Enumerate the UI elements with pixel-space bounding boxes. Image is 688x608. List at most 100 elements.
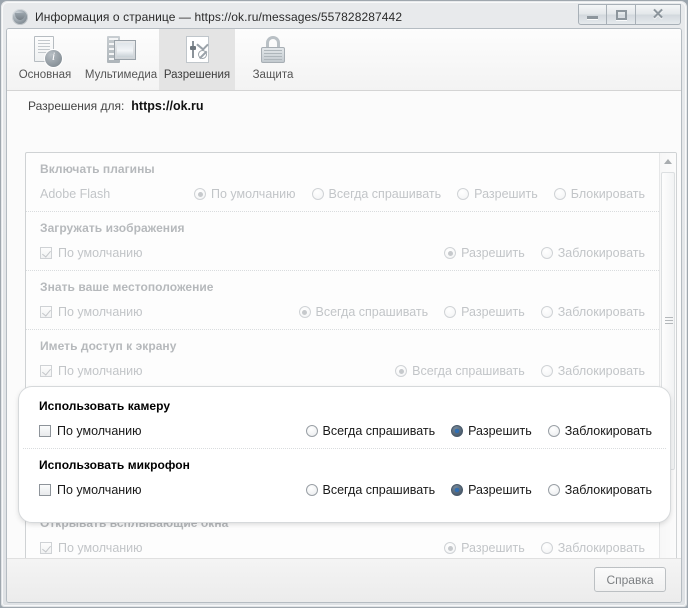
vertical-scrollbar[interactable]: [659, 153, 676, 585]
radio-option-заблокировать[interactable]: Заблокировать: [540, 541, 645, 555]
default-checkbox-знать-ваше-местоположение[interactable]: По умолчанию: [40, 305, 143, 319]
radio-option-заблокировать[interactable]: Заблокировать: [540, 305, 645, 319]
radio-option-всегда-спрашивать[interactable]: Всегда спрашивать: [305, 483, 436, 497]
radio-option-label: Заблокировать: [557, 305, 645, 319]
default-checkbox-использовать-камеру[interactable]: По умолчанию: [39, 424, 142, 438]
radio-icon: [451, 425, 464, 437]
radio-option-разрешить[interactable]: Разрешить: [451, 424, 532, 438]
page-info-window: Информация о странице — https://ok.ru/me…: [0, 0, 688, 608]
radio-option-заблокировать[interactable]: Заблокировать: [540, 246, 645, 260]
radio-group: Разрешить Заблокировать: [444, 541, 645, 555]
radio-icon: [305, 425, 318, 437]
radio-option-label: Заблокировать: [564, 483, 652, 497]
default-checkbox-иметь-доступ-к-экрану[interactable]: По умолчанию: [40, 364, 143, 378]
permission-title: Иметь доступ к экрану: [40, 339, 177, 353]
tab-osnovnaya[interactable]: Основная: [7, 29, 83, 90]
radio-icon: [298, 306, 311, 318]
tab-multimedia[interactable]: Мультимедиа: [83, 29, 159, 90]
radio-option-label: Заблокировать: [557, 246, 645, 260]
radio-option-разрешить[interactable]: Разрешить: [444, 246, 525, 260]
radio-option-po-umolchaniyu[interactable]: По умолчанию: [194, 187, 296, 201]
close-button[interactable]: ✕: [636, 4, 681, 25]
radio-option-заблокировать[interactable]: Заблокировать: [547, 483, 652, 497]
tab-label: Защита: [252, 69, 294, 81]
scroll-up-button[interactable]: [660, 153, 676, 170]
radio-option-label: Разрешить: [468, 424, 532, 438]
radio-icon: [311, 188, 324, 200]
radio-option-label: По умолчанию: [211, 187, 296, 201]
plugin-label: Adobe Flash: [40, 187, 111, 201]
checkbox-icon: [40, 247, 52, 259]
checkbox-icon: [40, 542, 52, 554]
radio-icon: [547, 484, 560, 496]
document-info-icon: [28, 34, 62, 68]
radio-group: Всегда спрашивать Разрешить Заблокировать: [305, 483, 652, 497]
radio-icon: [305, 484, 318, 496]
default-label: По умолчанию: [57, 483, 142, 497]
radio-option-label: Всегда спрашивать: [315, 305, 429, 319]
radio-group: Разрешить Заблокировать: [444, 246, 645, 260]
radio-option-label: Всегда спрашивать: [328, 187, 442, 201]
radio-option-всегда-спрашивать[interactable]: Всегда спрашивать: [395, 364, 525, 378]
tab-razresheniya[interactable]: Разрешения: [159, 29, 235, 90]
titlebar: Информация о странице — https://ok.ru/me…: [6, 4, 682, 28]
radio-option-разрешить[interactable]: Разрешить: [444, 305, 525, 319]
radio-option-всегда-спрашивать[interactable]: Всегда спрашивать: [298, 305, 429, 319]
radio-option-label: Разрешить: [468, 483, 532, 497]
default-checkbox-открывать-всплывающие-окна[interactable]: По умолчанию: [40, 541, 143, 555]
radio-option-label: Блокировать: [570, 187, 645, 201]
radio-group: Всегда спрашивать Разрешить Заблокировать: [305, 424, 652, 438]
minimize-button[interactable]: [578, 4, 607, 25]
firefox-globe-icon: [12, 8, 28, 25]
radio-option-разрешить[interactable]: Разрешить: [451, 483, 532, 497]
radio-icon: [540, 542, 553, 554]
maximize-button[interactable]: [607, 4, 636, 25]
highlighted-rows[interactable]: Использовать камеру По умолчанию Всегда сп…: [23, 390, 666, 519]
plugin-name-adobe-flash: Adobe Flash: [40, 187, 110, 201]
radio-option-разрешить[interactable]: Разрешить: [457, 187, 538, 201]
radio-icon: [457, 188, 470, 200]
permission-controls: По умолчанию Разрешить Заблокировать: [40, 244, 645, 262]
radio-option-label: Разрешить: [461, 246, 525, 260]
radio-option-блокировать[interactable]: Блокировать: [553, 187, 645, 201]
permission-title: Загружать изображения: [40, 221, 185, 235]
tab-zashchita[interactable]: Защита: [235, 29, 311, 90]
radio-option-заблокировать[interactable]: Заблокировать: [540, 364, 645, 378]
caption-buttons: ✕: [578, 4, 681, 25]
default-checkbox-использовать-микрофон[interactable]: По умолчанию: [39, 483, 142, 497]
permission-controls: По умолчанию Всегда спрашивать Разрешить За…: [40, 303, 645, 321]
toolbar: Основная Мультимедиа Разрешения: [7, 29, 681, 91]
default-label: По умолчанию: [58, 541, 143, 555]
radio-icon: [540, 306, 553, 318]
permission-row-загружать-изображения: Загружать изображения По умолчанию Разреши…: [26, 212, 659, 271]
radio-icon: [547, 425, 560, 437]
radio-option-заблокировать[interactable]: Заблокировать: [547, 424, 652, 438]
permission-title: Включать плагины: [40, 162, 155, 176]
radio-icon: [553, 188, 566, 200]
radio-icon: [451, 484, 464, 496]
default-label: По умолчанию: [58, 246, 143, 260]
radio-group: Всегда спрашивать Разрешить Заблокировать: [298, 305, 645, 319]
permissions-for-header: Разрешения для: https://ok.ru: [7, 91, 681, 120]
default-checkbox-загружать-изображения[interactable]: По умолчанию: [40, 246, 143, 260]
scrollbar-grip-icon: [665, 317, 673, 325]
tab-label: Мультимедиа: [84, 69, 158, 81]
radio-option-label: Заблокировать: [564, 424, 652, 438]
radio-option-всегда-спрашивать[interactable]: Всегда спрашивать: [305, 424, 435, 438]
permission-row-включать-плагины: Включать плагины Adobe Flash По умолчанию В…: [26, 153, 659, 212]
radio-option-label: Всегда спрашивать: [322, 483, 436, 497]
radio-option-всегда-спрашивать[interactable]: Всегда спрашивать: [311, 187, 442, 201]
permission-controls: По умолчанию Разрешить Заблокировать: [40, 539, 645, 557]
tab-label: Разрешения: [163, 69, 231, 81]
help-button[interactable]: Справка: [594, 567, 666, 592]
checkbox-icon: [40, 306, 52, 318]
permission-title: Использовать камеру: [39, 399, 171, 413]
radio-option-разрешить[interactable]: Разрешить: [444, 541, 525, 555]
film-image-icon: [104, 34, 138, 68]
permission-row-иметь-доступ-к-экрану: Иметь доступ к экрану По умолчанию Всегда …: [26, 330, 659, 389]
permissions-list[interactable]: Включать плагины Adobe Flash По умолчанию В…: [26, 153, 659, 585]
close-icon: ✕: [651, 5, 665, 23]
radio-group: Всегда спрашивать Заблокировать: [395, 364, 645, 378]
permission-row-знать-ваше-местоположение: Знать ваше местоположение По умолчанию Все…: [26, 271, 659, 330]
default-label: По умолчанию: [58, 305, 143, 319]
